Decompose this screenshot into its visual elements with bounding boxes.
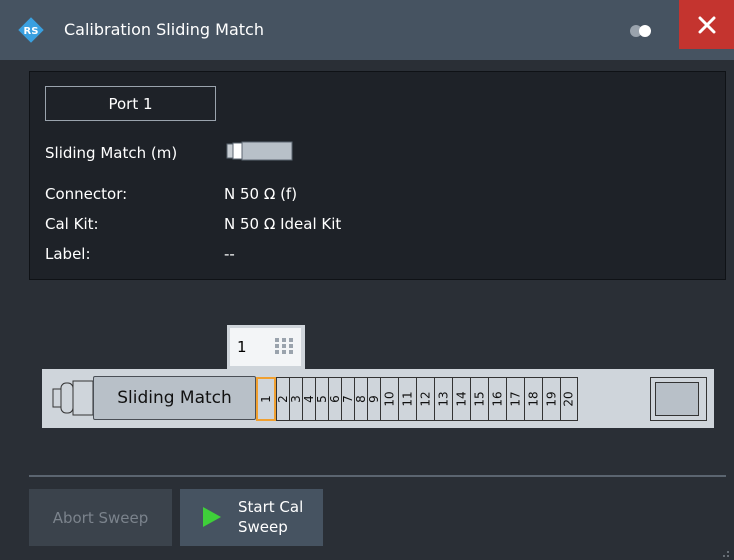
- abort-sweep-button[interactable]: Abort Sweep: [29, 489, 172, 546]
- start-label-line1: Start Cal: [238, 498, 304, 516]
- position-cell[interactable]: 14: [452, 377, 470, 421]
- position-value: 1: [237, 338, 247, 356]
- position-cell[interactable]: 19: [542, 377, 560, 421]
- position-cell[interactable]: 12: [416, 377, 434, 421]
- close-icon: [698, 16, 716, 34]
- separator: [29, 475, 726, 477]
- title-bar: RS Calibration Sliding Match: [0, 0, 734, 60]
- position-stepper[interactable]: 1: [227, 325, 305, 369]
- position-cell[interactable]: 17: [506, 377, 524, 421]
- start-cal-sweep-button[interactable]: Start Cal Sweep: [180, 489, 323, 546]
- position-cell[interactable]: 20: [560, 377, 578, 421]
- label-label: Label:: [45, 245, 91, 263]
- termination-cap: [650, 377, 707, 421]
- position-cell[interactable]: 9: [367, 377, 381, 421]
- position-cell[interactable]: 16: [488, 377, 506, 421]
- resize-grip-icon[interactable]: [720, 548, 730, 558]
- position-cell[interactable]: 5: [315, 377, 329, 421]
- connector-icon: [52, 380, 94, 416]
- position-cell[interactable]: 3: [289, 377, 303, 421]
- calkit-label: Cal Kit:: [45, 215, 99, 233]
- sliding-match-element: Sliding Match: [93, 376, 256, 420]
- position-cell[interactable]: 6: [328, 377, 342, 421]
- window-title: Calibration Sliding Match: [64, 20, 264, 39]
- position-cell[interactable]: 7: [341, 377, 355, 421]
- start-label-line2: Sweep: [238, 518, 288, 536]
- calkit-value: N 50 Ω Ideal Kit: [224, 215, 342, 233]
- position-cell[interactable]: 8: [354, 377, 368, 421]
- keypad-icon[interactable]: [274, 337, 294, 355]
- position-input[interactable]: 1: [230, 328, 301, 366]
- sliding-match-label: Sliding Match (m): [45, 144, 178, 162]
- position-cell[interactable]: 18: [524, 377, 542, 421]
- position-cell[interactable]: 4: [302, 377, 316, 421]
- position-cell[interactable]: 15: [470, 377, 488, 421]
- port-label: Port 1: [45, 86, 216, 121]
- position-cell[interactable]: 13: [434, 377, 452, 421]
- position-cell[interactable]: 10: [380, 377, 398, 421]
- svg-text:RS: RS: [24, 26, 39, 37]
- play-icon: [203, 507, 221, 527]
- position-cell[interactable]: 11: [398, 377, 416, 421]
- label-value: --: [224, 245, 235, 263]
- toggle-switch[interactable]: [630, 25, 652, 37]
- connector-value: N 50 Ω (f): [224, 185, 298, 203]
- close-button[interactable]: [679, 0, 734, 49]
- position-cell[interactable]: 1: [256, 377, 276, 421]
- position-cell[interactable]: 2: [276, 377, 290, 421]
- rs-logo-icon: RS: [18, 17, 44, 43]
- sliding-match-device-icon: [226, 141, 293, 161]
- connector-label: Connector:: [45, 185, 128, 203]
- position-selector: 1 2 3 4 5 6 7 8 9 10 11 12 13 14 15 16 1…: [256, 377, 578, 421]
